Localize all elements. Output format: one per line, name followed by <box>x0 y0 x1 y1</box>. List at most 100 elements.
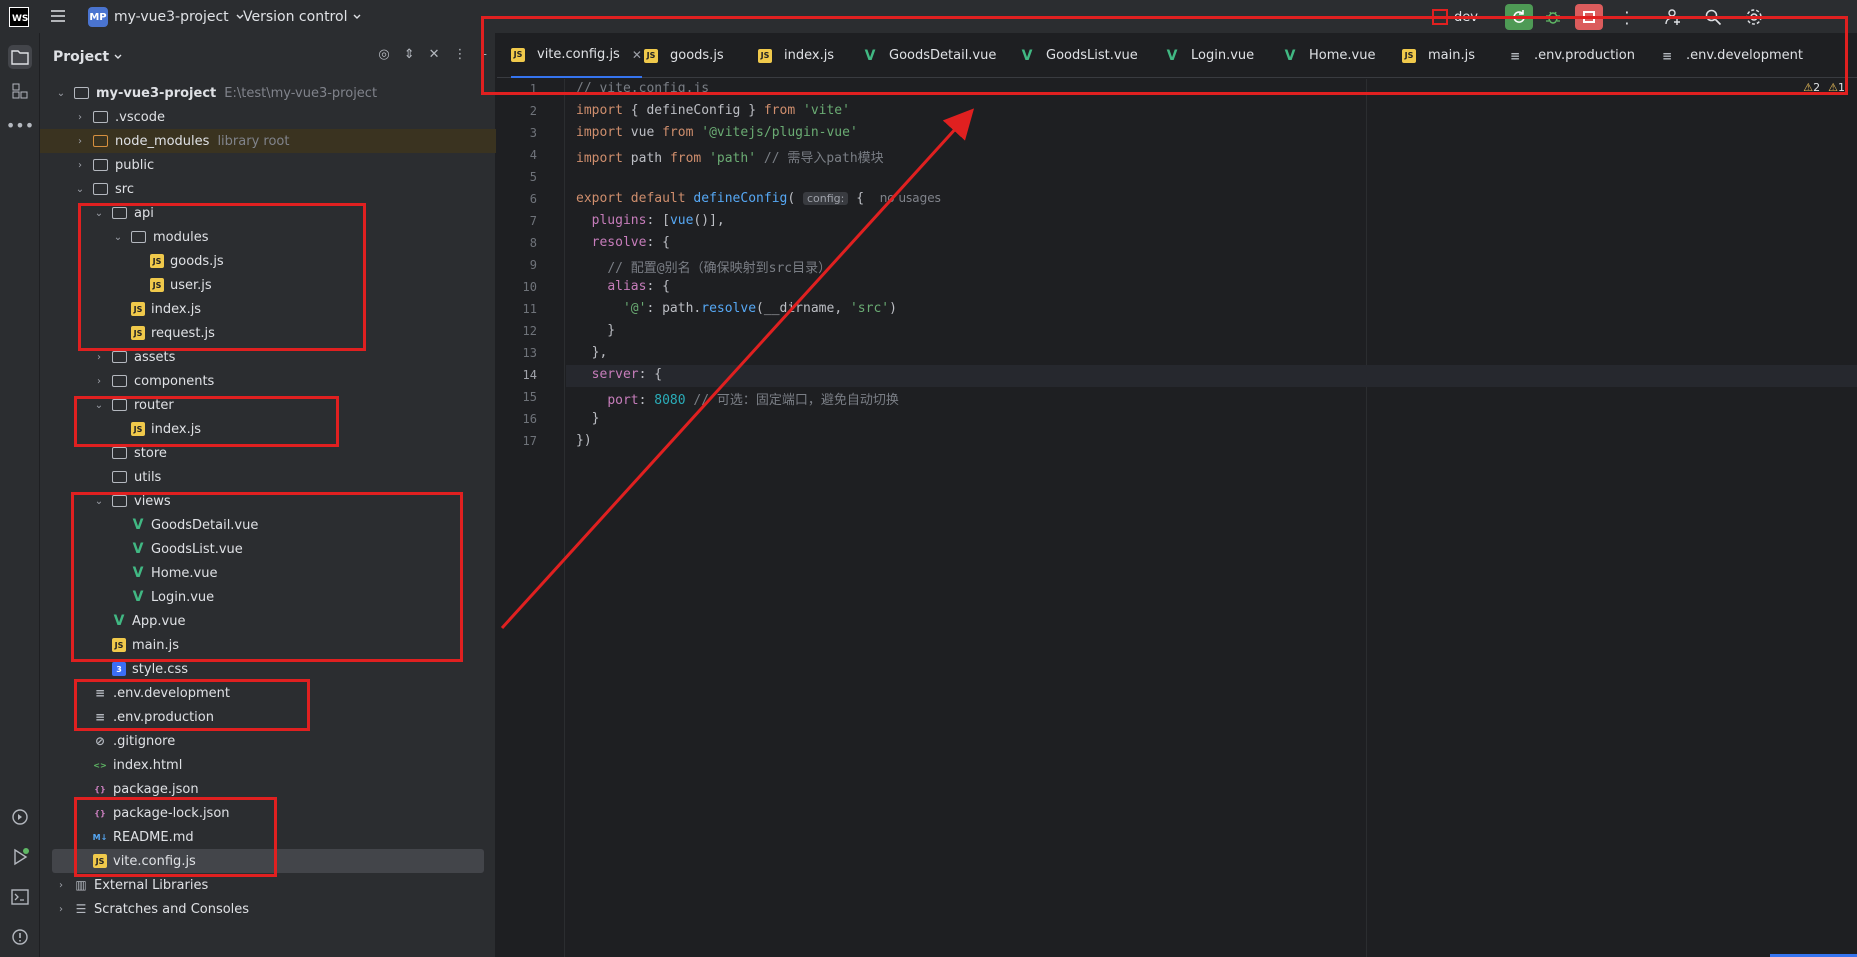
more-options-icon[interactable]: ⋮ <box>1619 4 1635 30</box>
tree-item[interactable]: ⌄ src <box>40 177 496 201</box>
problems-icon[interactable] <box>8 925 32 949</box>
tree-item[interactable]: {} package-lock.json <box>40 801 496 825</box>
tree-item[interactable]: ⌄ views <box>40 489 496 513</box>
folder-icon <box>93 135 108 147</box>
chevron-right-icon[interactable]: › <box>92 376 106 387</box>
tree-item[interactable]: {} package.json <box>40 777 496 801</box>
terminal-icon[interactable] <box>8 885 32 909</box>
vue-file-icon: V <box>1284 47 1296 64</box>
tree-item[interactable]: › components <box>40 369 496 393</box>
search-icon[interactable] <box>1704 4 1722 30</box>
editor-tab[interactable]: JS vite.config.js ✕ <box>511 33 642 78</box>
close-tab-icon[interactable]: ✕ <box>632 48 642 62</box>
editor-tab[interactable]: JS goods.js <box>644 33 724 78</box>
editor-tab[interactable]: V GoodsList.vue <box>1020 33 1138 78</box>
chevron-right-icon[interactable]: › <box>73 136 87 147</box>
tree-item[interactable]: M↓ README.md <box>40 825 496 849</box>
line-number: 14 <box>522 368 537 382</box>
project-name: my-vue3-project <box>114 9 229 25</box>
chevron-right-icon[interactable]: › <box>54 880 68 891</box>
stop-button[interactable] <box>1575 4 1603 30</box>
rerun-button[interactable] <box>1505 4 1533 30</box>
chevron-down-icon[interactable]: ⌄ <box>92 496 106 507</box>
tree-item[interactable]: V GoodsDetail.vue <box>40 513 496 537</box>
tree-item[interactable]: › assets <box>40 345 496 369</box>
vue-file-icon: V <box>132 589 144 605</box>
debug-button[interactable] <box>1544 4 1562 30</box>
chevron-down-icon[interactable]: ⌄ <box>111 232 125 243</box>
tree-item[interactable]: ≡ .env.production <box>40 705 496 729</box>
tree-item[interactable]: V Home.vue <box>40 561 496 585</box>
chevron-down-icon[interactable]: ⌄ <box>73 184 87 195</box>
line-number: 11 <box>522 302 537 316</box>
editor-tab[interactable]: ≡ .env.development <box>1660 33 1803 78</box>
line-number: 6 <box>529 192 537 206</box>
more-tools-icon[interactable]: ••• <box>6 113 34 137</box>
chevron-right-icon[interactable]: › <box>92 352 106 363</box>
tree-item[interactable]: JS vite.config.js <box>52 849 484 873</box>
tree-item[interactable]: V Login.vue <box>40 585 496 609</box>
structure-tool-icon[interactable] <box>8 79 32 103</box>
chevron-right-icon[interactable]: › <box>73 160 87 171</box>
tree-item[interactable]: V App.vue <box>40 609 496 633</box>
tree-item[interactable]: JS goods.js <box>40 249 496 273</box>
editor-tab[interactable]: V Home.vue <box>1283 33 1376 78</box>
tree-item[interactable]: › node_modules library root <box>40 129 496 153</box>
tree-item[interactable]: JS user.js <box>40 273 496 297</box>
tree-item[interactable]: JS index.js <box>40 417 496 441</box>
minimize-icon[interactable]: – <box>1796 4 1804 30</box>
editor-tab[interactable]: JS main.js <box>1402 33 1475 78</box>
app-logo[interactable]: WS <box>9 7 29 27</box>
hamburger-menu-icon[interactable] <box>49 7 67 25</box>
tree-item[interactable]: ≡ .env.development <box>40 681 496 705</box>
tree-item[interactable]: store <box>40 441 496 465</box>
chevron-down-icon[interactable]: ⌄ <box>54 88 68 99</box>
tree-item[interactable]: ⌄ router <box>40 393 496 417</box>
tree-item[interactable]: › .vscode <box>40 105 496 129</box>
js-file-icon: JS <box>93 854 107 868</box>
editor-tab[interactable]: ≡ .env.production <box>1508 33 1635 78</box>
locate-file-icon[interactable]: ◎ <box>378 47 389 62</box>
line-number-gutter: 1 2 3 4 5 6 7 8 9 10 11 12 13 14 15 16 17 <box>497 79 565 957</box>
expand-all-icon[interactable]: ⇕ <box>404 47 415 62</box>
tree-item[interactable]: 3 style.css <box>40 657 496 681</box>
tree-item[interactable]: <> index.html <box>40 753 496 777</box>
editor-tab[interactable]: V Login.vue <box>1165 33 1255 78</box>
tree-item[interactable]: V GoodsList.vue <box>40 537 496 561</box>
code-editor[interactable]: // vite.config.js import { defineConfig }… <box>566 79 1857 957</box>
editor-tab[interactable]: JS index.js <box>758 33 834 78</box>
tree-item[interactable]: utils <box>40 465 496 489</box>
tree-item[interactable]: › ▥ External Libraries <box>40 873 496 897</box>
tree-item[interactable]: › public <box>40 153 496 177</box>
chevron-right-icon[interactable]: › <box>54 904 68 915</box>
tree-item[interactable]: › ☰ Scratches and Consoles <box>40 897 496 921</box>
tree-item[interactable]: JS main.js <box>40 633 496 657</box>
hide-panel-icon[interactable]: – <box>481 47 488 62</box>
js-file-icon: JS <box>131 302 145 316</box>
css-file-icon: 3 <box>112 662 126 676</box>
folder-icon <box>112 375 127 387</box>
line-number: 2 <box>529 104 537 118</box>
add-user-icon[interactable] <box>1664 4 1682 30</box>
project-switcher[interactable]: MP my-vue3-project <box>88 6 245 28</box>
js-file-icon: JS <box>511 47 525 62</box>
chevron-right-icon[interactable]: › <box>73 112 87 123</box>
tree-item[interactable]: ⌄ my-vue3-project E:\test\my-vue3-project <box>40 81 496 105</box>
tree-item[interactable]: JS request.js <box>40 321 496 345</box>
tree-item[interactable]: ⊘ .gitignore <box>40 729 496 753</box>
project-tool-icon[interactable] <box>8 45 32 69</box>
tree-item[interactable]: ⌄ modules <box>40 225 496 249</box>
collapse-all-icon[interactable]: ✕ <box>429 47 440 62</box>
run-icon[interactable] <box>8 845 32 869</box>
chevron-down-icon[interactable]: ⌄ <box>92 208 106 219</box>
options-icon[interactable]: ⋮ <box>454 47 467 62</box>
tree-item[interactable]: JS index.js <box>40 297 496 321</box>
tree-item[interactable]: ⌄ api <box>40 201 496 225</box>
project-panel-title: Project <box>53 48 110 65</box>
run-config-selector[interactable]: dev <box>1432 4 1478 30</box>
chevron-down-icon[interactable]: ⌄ <box>92 400 106 411</box>
editor-tab[interactable]: V GoodsDetail.vue <box>863 33 997 78</box>
version-control-menu[interactable]: Version control <box>243 6 362 28</box>
services-icon[interactable] <box>8 805 32 829</box>
settings-gear-icon[interactable] <box>1745 4 1763 30</box>
